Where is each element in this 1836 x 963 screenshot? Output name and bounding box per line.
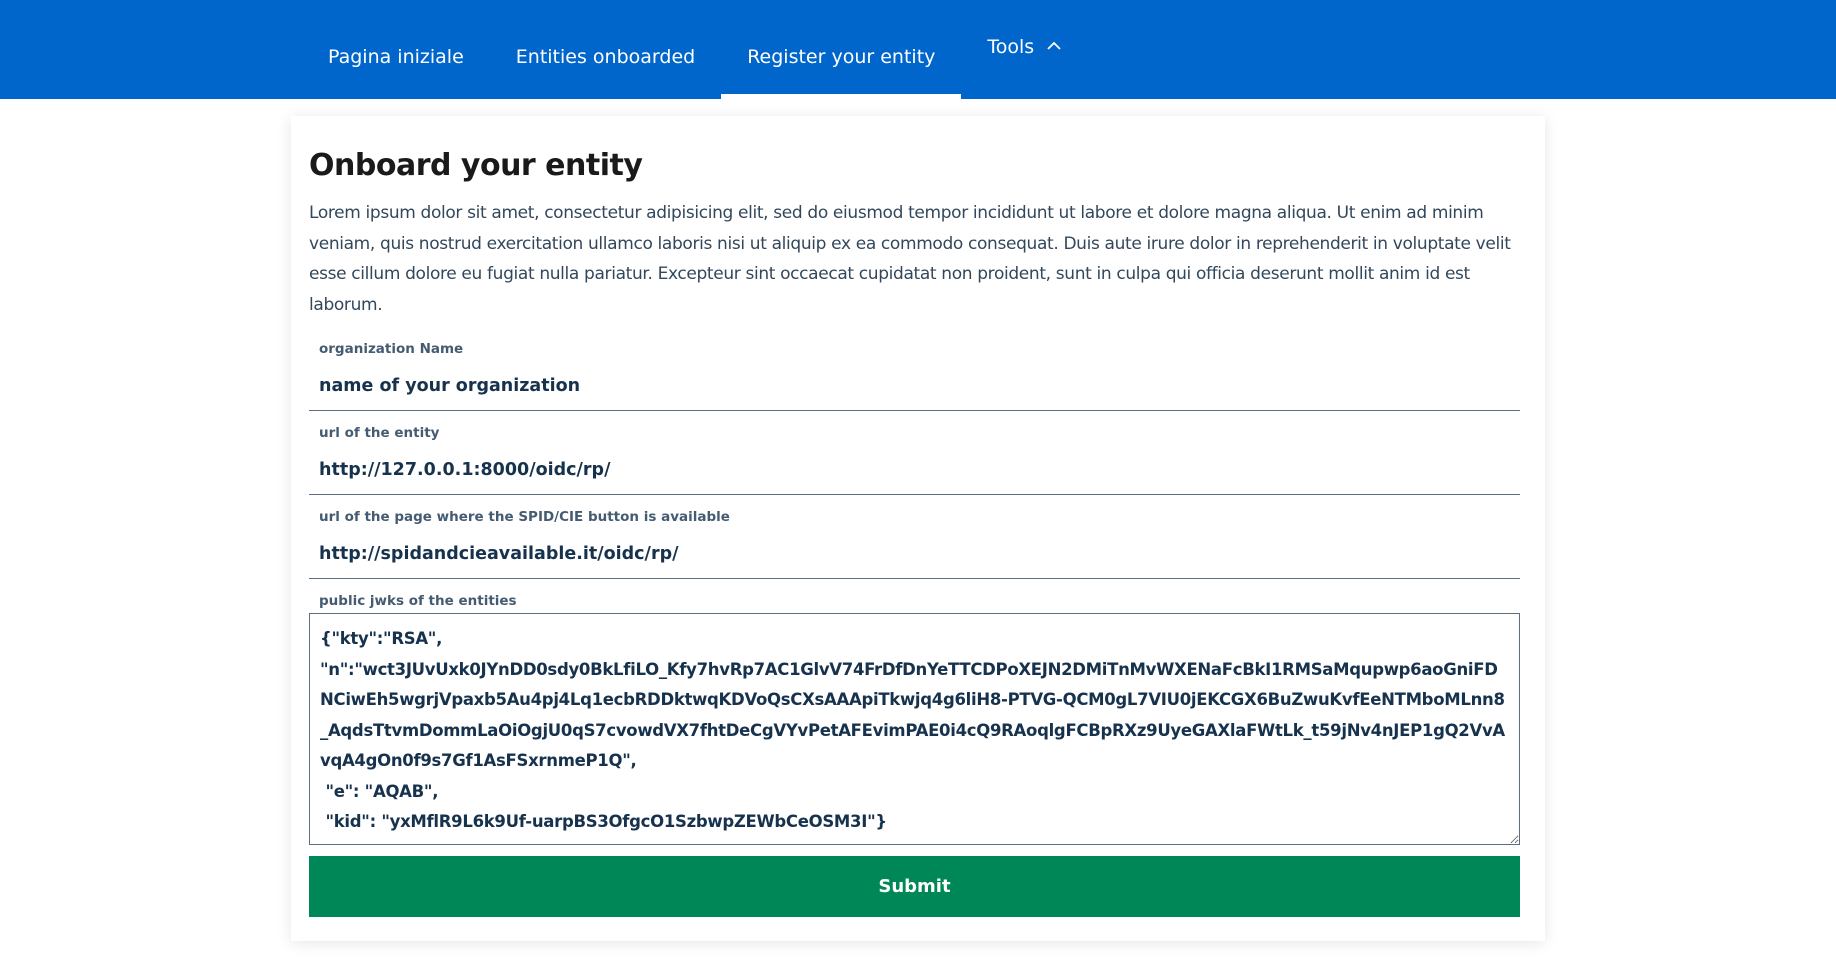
public-jwks-textarea[interactable]: {"kty":"RSA", "n":"wct3JUvUxk0JYnDD0sdy0… bbox=[309, 613, 1520, 845]
intro-paragraph: Lorem ipsum dolor sit amet, consectetur … bbox=[309, 203, 1511, 315]
main-navigation: Pagina iniziale Entities onboarded Regis… bbox=[302, 0, 1088, 99]
chevron-up-icon bbox=[1046, 37, 1062, 53]
nav-item-label: Pagina iniziale bbox=[328, 45, 464, 68]
nav-item-entities-onboarded[interactable]: Entities onboarded bbox=[490, 0, 721, 99]
nav-item-label: Register your entity bbox=[747, 45, 936, 68]
public-jwks-label: public jwks of the entities bbox=[319, 593, 517, 609]
button-page-url-input[interactable] bbox=[309, 529, 1520, 579]
entity-url-input[interactable] bbox=[309, 445, 1520, 495]
nav-item-register-entity[interactable]: Register your entity bbox=[721, 0, 962, 99]
nav-item-home[interactable]: Pagina iniziale bbox=[302, 0, 490, 99]
organization-name-input[interactable] bbox=[309, 361, 1520, 411]
page-title: Onboard your entity bbox=[309, 148, 643, 183]
nav-item-tools[interactable]: Tools bbox=[961, 0, 1088, 99]
organization-name-label: organization Name bbox=[319, 341, 464, 357]
nav-item-label: Entities onboarded bbox=[515, 45, 696, 68]
submit-button[interactable]: Submit bbox=[309, 856, 1520, 917]
header-bar: Pagina iniziale Entities onboarded Regis… bbox=[0, 0, 1836, 99]
button-page-url-label: url of the page where the SPID/CIE butto… bbox=[319, 509, 730, 525]
entity-url-label: url of the entity bbox=[319, 425, 440, 441]
onboarding-card: Onboard your entity Lorem ipsum dolor si… bbox=[291, 116, 1545, 941]
nav-item-label: Tools bbox=[987, 35, 1035, 58]
